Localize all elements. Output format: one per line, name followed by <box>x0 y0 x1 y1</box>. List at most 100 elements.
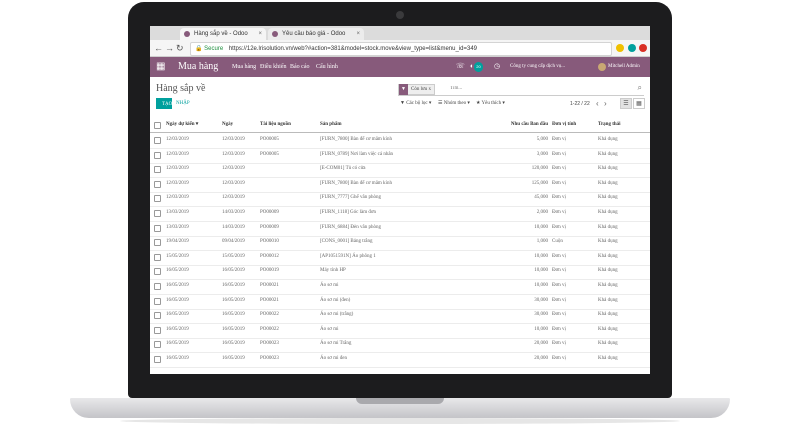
table-row[interactable]: 16/05/2019 16/05/2019 PO00021 Áo sơ mi 10,00… <box>150 279 650 295</box>
row-checkbox[interactable] <box>154 180 161 188</box>
menu-purchase[interactable]: Mua hàng <box>232 63 256 71</box>
uom-cell: Đơn vị <box>552 297 566 303</box>
url-input[interactable]: 🔒 Secure https://12e.lrisolution.vn/web?… <box>190 42 612 56</box>
table-row[interactable]: 12/03/2019 12/03/2019 [FURN_7777] Ghế văn … <box>150 191 650 208</box>
table-row[interactable]: 12/03/2019 12/03/2019 PO00005 [FURN_0789] N… <box>150 148 650 164</box>
phone-icon[interactable]: ☏ <box>456 62 465 72</box>
row-checkbox[interactable] <box>154 268 161 276</box>
activity-clock-icon[interactable]: ◷ <box>494 62 500 72</box>
row-checkbox[interactable] <box>154 210 161 217</box>
table-row[interactable]: 19/04/2019 09/04/2019 PO00010 [CONS_0001] B… <box>150 235 650 252</box>
list-view-icon[interactable]: ☰ <box>620 98 632 109</box>
initial-demand-cell: 1,000 <box>536 239 548 245</box>
webcam <box>396 11 404 19</box>
kanban-view-icon[interactable]: ▦ <box>633 98 645 109</box>
pager-value[interactable]: 1-22 / 22 <box>570 100 590 108</box>
row-checkbox[interactable] <box>154 356 161 363</box>
date-cell: 09/04/2019 <box>222 239 245 245</box>
table-row[interactable]: 16/05/2019 16/05/2019 PO00021 Áo sơ mi (đen… <box>150 294 650 310</box>
col-date[interactable]: Ngày <box>222 118 260 132</box>
row-checkbox[interactable] <box>154 341 161 349</box>
col-source-doc[interactable]: Tài liệu nguồn <box>260 118 316 132</box>
menu-config[interactable]: Cấu hình <box>316 63 338 71</box>
facet-label: Còn lưu <box>411 87 428 92</box>
menu-control[interactable]: Điều khiển <box>260 63 287 71</box>
select-all-checkbox[interactable] <box>154 122 161 129</box>
status-cell: Khả dụng <box>598 253 618 259</box>
table-row[interactable]: 16/05/2019 16/05/2019 PO00023 Áo sơ mi Trắn… <box>150 337 650 354</box>
filters-dropdown[interactable]: ▼ Các bộ lọc ▾ <box>400 100 431 108</box>
close-tab-icon[interactable]: × <box>258 28 262 40</box>
pager-prev-icon[interactable]: ‹ <box>596 98 599 109</box>
row-checkbox[interactable] <box>154 166 161 174</box>
favorites-dropdown[interactable]: ★ Yêu thích ▾ <box>476 100 505 108</box>
chat-icon[interactable]: ◐ 20 <box>470 62 483 72</box>
create-button[interactable]: TẠO <box>156 98 172 109</box>
forward-arrow-icon[interactable]: → <box>165 42 174 54</box>
browser-tab-rfq[interactable]: Yêu cầu báo giá - Odoo × <box>268 28 364 40</box>
status-cell: Khả dụng <box>598 195 618 201</box>
row-checkbox[interactable] <box>154 283 161 290</box>
user-menu[interactable]: Mitchell Admin <box>608 62 640 72</box>
row-checkbox[interactable] <box>154 253 161 261</box>
initial-demand-cell: 120,000 <box>531 166 548 172</box>
row-checkbox[interactable] <box>154 312 161 320</box>
company-switcher[interactable]: Công ty cung cấp dịch vụ... <box>510 62 565 72</box>
initial-demand-cell: 20,000 <box>534 356 548 361</box>
status-cell: Khả dụng <box>598 268 618 274</box>
row-checkbox[interactable] <box>154 151 161 159</box>
extension-icon[interactable] <box>628 44 636 52</box>
apps-grid-icon[interactable]: ▦ <box>156 61 165 73</box>
address-bar-row: ← → ↻ 🔒 Secure https://12e.lrisolution.v… <box>150 40 650 57</box>
close-tab-icon[interactable]: × <box>356 28 360 40</box>
expected-date-cell: 13/03/2019 <box>166 224 189 230</box>
table-row[interactable]: 15/05/2019 15/05/2019 PO00012 [AP1051591N] … <box>150 250 650 266</box>
row-checkbox[interactable] <box>154 195 161 203</box>
search-icon[interactable]: ⌕ <box>638 83 642 93</box>
col-initial-demand[interactable]: Nhu cầu Ban đầu <box>490 118 548 132</box>
facet-remove-icon[interactable]: x <box>428 87 431 92</box>
status-cell: Khả dụng <box>598 341 618 347</box>
uom-cell: Đơn vị <box>552 195 566 201</box>
source-doc-cell: PO00009 <box>260 210 279 215</box>
browser-tab-incoming[interactable]: Hàng sắp về - Odoo × <box>180 28 266 40</box>
back-arrow-icon[interactable]: ← <box>154 42 163 54</box>
funnel-icon: ▼ <box>399 84 408 95</box>
row-checkbox[interactable] <box>154 297 161 305</box>
menu-reports[interactable]: Báo cáo <box>290 63 310 71</box>
col-status[interactable]: Trạng thái <box>598 118 646 132</box>
status-cell: Khả dụng <box>598 151 618 157</box>
row-checkbox[interactable] <box>154 326 161 334</box>
table-row[interactable]: 16/05/2019 16/05/2019 PO00019 Máy tính HP 10… <box>150 264 650 281</box>
table-row[interactable]: 12/03/2019 12/03/2019 PO00005 [FURN_7800] B… <box>150 133 650 149</box>
pager-next-icon[interactable]: › <box>604 98 607 109</box>
row-checkbox[interactable] <box>154 239 161 247</box>
col-uom[interactable]: Đơn vị tính <box>552 118 594 132</box>
bookmark-star-icon[interactable] <box>616 44 624 52</box>
date-cell: 16/05/2019 <box>222 297 245 303</box>
row-checkbox[interactable] <box>154 137 161 144</box>
date-cell: 12/03/2019 <box>222 137 245 142</box>
expected-date-cell: 12/03/2019 <box>166 151 189 157</box>
reload-icon[interactable]: ↻ <box>176 42 184 54</box>
table-row[interactable]: 16/05/2019 16/05/2019 PO00023 Áo sơ mi đen 2… <box>150 352 650 368</box>
date-cell: 15/05/2019 <box>222 253 245 259</box>
table-row[interactable]: 16/05/2019 16/05/2019 PO00022 Áo sơ mi 10,00… <box>150 323 650 339</box>
initial-demand-cell: 45,000 <box>534 195 548 201</box>
table-row[interactable]: 12/03/2019 12/03/2019 [E-COM01] Tủ có cửa 1… <box>150 162 650 179</box>
product-cell: Áo sơ mi <box>320 283 339 288</box>
table-row[interactable]: 13/03/2019 14/03/2019 PO00009 [FURN_1118] G… <box>150 206 650 222</box>
import-button[interactable]: NHẬP <box>176 98 190 109</box>
row-checkbox[interactable] <box>154 224 161 232</box>
col-product[interactable]: Sản phẩm <box>320 118 480 132</box>
search-input[interactable] <box>450 83 620 93</box>
laptop-notch <box>356 398 444 404</box>
col-expected-date[interactable]: Ngày dự kiến ▾ <box>166 118 218 132</box>
table-row[interactable]: 13/03/2019 14/03/2019 PO00009 [FURN_6884] Đ… <box>150 221 650 237</box>
date-cell: 16/05/2019 <box>222 341 245 347</box>
groupby-dropdown[interactable]: ☰ Nhóm theo ▾ <box>438 100 470 108</box>
table-row[interactable]: 16/05/2019 16/05/2019 PO00022 Áo sơ mi (trắ… <box>150 308 650 325</box>
table-row[interactable]: 12/03/2019 12/03/2019 [FURN_7800] Bàn để c… <box>150 177 650 193</box>
extension-icon[interactable] <box>639 44 647 52</box>
app-name[interactable]: Mua hàng <box>178 61 218 73</box>
